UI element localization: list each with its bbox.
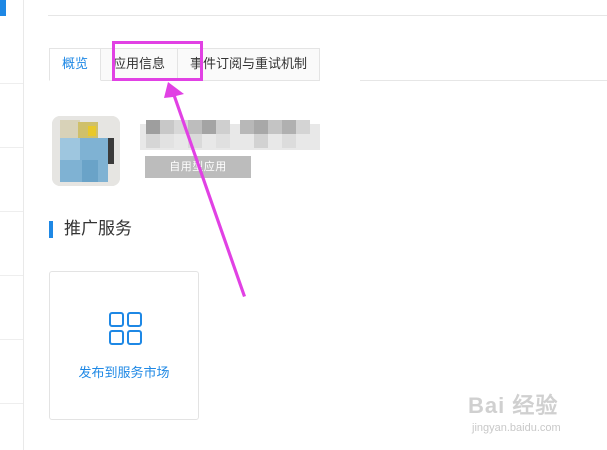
sidebar-divider bbox=[0, 211, 23, 212]
grid-icon bbox=[109, 312, 142, 345]
app-name-redacted bbox=[140, 118, 320, 154]
sidebar-divider bbox=[0, 83, 23, 84]
tab-bar-baseline bbox=[360, 80, 607, 81]
sidebar-divider bbox=[0, 275, 23, 276]
watermark-main: Bai 经验 bbox=[468, 393, 559, 418]
card-label: 发布到服务市场 bbox=[78, 366, 170, 381]
app-icon bbox=[52, 116, 120, 186]
header-divider bbox=[48, 15, 607, 16]
section-title: 推广服务 bbox=[64, 219, 132, 239]
watermark: Bai 经验 jingyan.baidu.com bbox=[468, 388, 598, 440]
annotation-highlight-box bbox=[112, 41, 203, 81]
section-accent-bar bbox=[49, 221, 53, 238]
tab-overview[interactable]: 概览 bbox=[49, 48, 102, 81]
sidebar-active-indicator bbox=[0, 0, 6, 16]
status-badge: 自用型应用 bbox=[145, 156, 251, 178]
left-sidebar bbox=[0, 0, 24, 450]
sidebar-divider bbox=[0, 147, 23, 148]
sidebar-divider bbox=[0, 403, 23, 404]
watermark-url: jingyan.baidu.com bbox=[472, 422, 561, 434]
publish-to-market-card[interactable]: 发布到服务市场 bbox=[49, 271, 199, 420]
sidebar-divider bbox=[0, 339, 23, 340]
